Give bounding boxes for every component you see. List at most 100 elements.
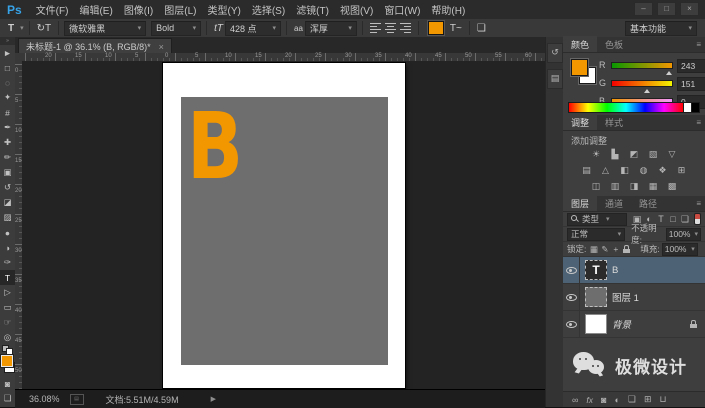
adj-photo-filter[interactable]: ◍	[637, 164, 651, 176]
crop-tool[interactable]: #	[0, 105, 15, 120]
panel-menu-icon[interactable]: ≡	[696, 118, 701, 127]
status-expand-arrow[interactable]: ▶	[211, 395, 216, 403]
filter-smart-objects[interactable]: ❏	[679, 214, 691, 225]
layer-filter-select[interactable]: 类型 ▾	[567, 213, 627, 226]
spectrum-black-swatch[interactable]	[691, 102, 700, 113]
lock-paint-icon[interactable]: ✎	[599, 244, 610, 255]
panel-tab[interactable]: 颜色	[563, 36, 597, 52]
menu-item[interactable]: 视图(V)	[340, 2, 373, 17]
menu-item[interactable]: 窗口(W)	[384, 2, 420, 17]
panel-menu-icon[interactable]: ≡	[696, 199, 701, 208]
close-button[interactable]: ×	[680, 2, 699, 16]
history-brush-tool[interactable]: ↺	[0, 180, 15, 195]
text-layer-letter[interactable]: B	[187, 101, 243, 193]
path-selection-tool[interactable]: ▷	[0, 285, 15, 300]
menu-item[interactable]: 帮助(H)	[431, 2, 465, 17]
zoom-level-field[interactable]: 36.08%	[29, 394, 60, 404]
panel-tab[interactable]: 图层	[563, 195, 597, 211]
layer-style-button[interactable]: fx	[586, 395, 593, 405]
adj-exposure[interactable]: ▧	[646, 148, 660, 160]
color-spectrum-bar[interactable]	[568, 102, 684, 113]
adj-gradient-map[interactable]: ▦	[646, 180, 660, 192]
marquee-tool[interactable]: □	[0, 60, 15, 75]
workspace-select[interactable]: 基本功能 ▾	[625, 21, 697, 36]
screen-mode-button[interactable]: ❏	[0, 391, 15, 406]
adj-color-balance[interactable]: △	[599, 164, 613, 176]
adj-invert[interactable]: ◫	[589, 180, 603, 192]
adj-brightness-contrast[interactable]: ☀	[589, 148, 603, 160]
delete-layer-button[interactable]: ⊔	[660, 394, 667, 405]
hand-tool[interactable]: ☞	[0, 315, 15, 330]
adj-hue-saturation[interactable]: ▤	[580, 164, 594, 176]
visibility-cell[interactable]	[563, 257, 580, 283]
toolbar-collapse-button[interactable]: »	[0, 37, 15, 45]
zoom-tool[interactable]: ◎	[0, 330, 15, 345]
opacity-field[interactable]: 100% ▾	[666, 228, 701, 241]
close-icon[interactable]: ×	[159, 42, 164, 52]
panel-tab[interactable]: 调整	[563, 114, 597, 130]
menu-item[interactable]: 类型(Y)	[208, 2, 241, 17]
eye-icon[interactable]	[566, 320, 577, 328]
document-page[interactable]: B	[163, 63, 405, 388]
panel-tab[interactable]: 色板	[597, 36, 631, 52]
blend-mode-select[interactable]: 正常 ▾	[567, 228, 625, 241]
layer-name[interactable]: 背景	[612, 317, 688, 331]
eye-icon[interactable]	[566, 266, 577, 274]
layer-row[interactable]: T B	[563, 257, 705, 284]
quick-selection-tool[interactable]: ✦	[0, 90, 15, 105]
properties-panel-button[interactable]: ▤	[547, 69, 563, 89]
dodge-tool[interactable]: ◑	[0, 240, 15, 255]
adj-levels[interactable]: ▙	[608, 148, 622, 160]
gray-rectangle-layer[interactable]: B	[181, 97, 388, 365]
anti-alias-select[interactable]: 浑厚 ▾	[305, 21, 357, 36]
clone-stamp-tool[interactable]: ▣	[0, 165, 15, 180]
pen-tool[interactable]: ✑	[0, 255, 15, 270]
channel-value-field[interactable]: 151	[677, 77, 705, 91]
layer-thumbnail[interactable]: T	[585, 260, 607, 280]
maximize-button[interactable]: □	[657, 2, 676, 16]
tool-preset-dropdown-arrow[interactable]: ▾	[20, 24, 24, 32]
filter-toggle-switch[interactable]	[694, 213, 701, 225]
layer-row[interactable]: 背景	[563, 311, 705, 338]
lasso-tool[interactable]: ◌	[0, 75, 15, 90]
move-tool[interactable]: ►	[0, 45, 15, 60]
filter-shape-layers[interactable]: □	[667, 214, 679, 225]
channel-slider[interactable]	[611, 62, 673, 69]
link-layers-button[interactable]: ∞	[572, 395, 578, 405]
slider-handle[interactable]	[666, 68, 672, 75]
lock-transparency-icon[interactable]: ▦	[588, 244, 599, 255]
layer-thumbnail[interactable]	[585, 314, 607, 334]
channel-value-field[interactable]: 243	[677, 59, 705, 73]
menu-item[interactable]: 选择(S)	[252, 2, 285, 17]
add-layer-mask-button[interactable]: ◙	[601, 395, 606, 405]
adj-color-lookup[interactable]: ⊞	[675, 164, 689, 176]
menu-item[interactable]: 文件(F)	[36, 2, 69, 17]
layer-thumbnail[interactable]	[585, 287, 607, 307]
new-group-button[interactable]: ❏	[628, 394, 636, 405]
quick-mask-button[interactable]: ◙	[0, 376, 15, 391]
default-colors-icon[interactable]	[0, 345, 15, 354]
document-tab[interactable]: 未标题-1 @ 36.1% (B, RGB/8)* ×	[18, 38, 172, 54]
font-size-select[interactable]: 428 点 ▾	[225, 21, 281, 36]
layer-name[interactable]: 图层 1	[612, 290, 705, 304]
visibility-cell[interactable]	[563, 284, 580, 310]
menu-item[interactable]: 滤镜(T)	[296, 2, 329, 17]
tool-preset-icon[interactable]: T	[8, 23, 14, 34]
align-center-button[interactable]	[384, 22, 397, 34]
healing-brush-tool[interactable]: ✚	[0, 135, 15, 150]
text-color-swatch[interactable]	[428, 21, 444, 35]
font-family-select[interactable]: 微软雅黑 ▾	[64, 21, 146, 36]
menu-item[interactable]: 图层(L)	[164, 2, 196, 17]
layer-row[interactable]: 图层 1	[563, 284, 705, 311]
adj-posterize[interactable]: ▥	[608, 180, 622, 192]
panel-tab[interactable]: 路径	[631, 195, 665, 211]
lock-all-icon[interactable]	[623, 245, 630, 253]
adj-threshold[interactable]: ◨	[627, 180, 641, 192]
blur-tool[interactable]: ●	[0, 225, 15, 240]
text-orientation-icon[interactable]: ↻T	[37, 23, 52, 34]
adj-vibrance[interactable]: ▽	[665, 148, 679, 160]
type-tool[interactable]: T	[0, 270, 15, 285]
warp-text-icon[interactable]: T~	[450, 23, 462, 34]
adj-selective-color[interactable]: ▩	[665, 180, 679, 192]
fill-field[interactable]: 100% ▾	[662, 243, 698, 256]
